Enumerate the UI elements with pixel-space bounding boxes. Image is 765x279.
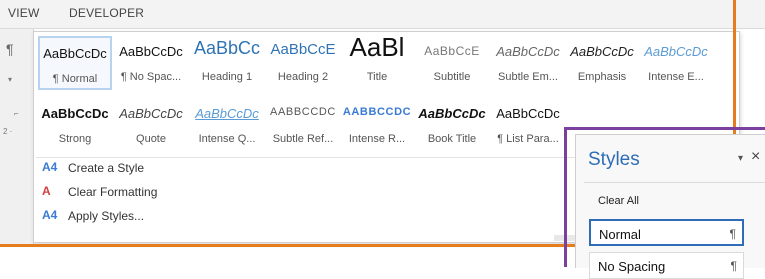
purple-highlight-frame	[564, 127, 765, 267]
